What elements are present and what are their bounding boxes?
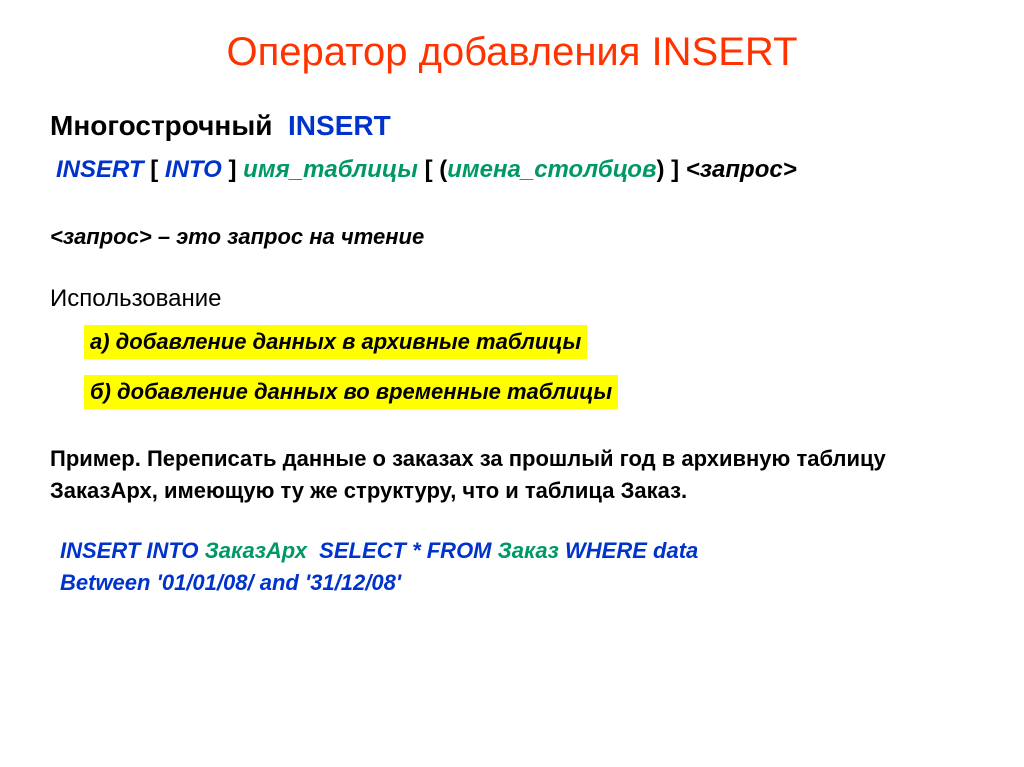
sql-insert-into: INSERT INTO [60,538,199,563]
sql-select-from: SELECT * FROM [319,538,491,563]
var-table: имя_таблицы [243,156,418,183]
request-token: <запрос> [686,156,797,183]
kw-into: INTO [165,156,222,183]
bracket-open-1: [ [150,156,158,183]
example-description: Пример. Переписать данные о заказах за п… [50,443,974,507]
subtitle-part2: INSERT [288,110,391,141]
sql-table-arch: ЗаказАрх [205,538,307,563]
sql-date1: '01/01/08/ [157,570,254,595]
slide-title: Оператор добавления INSERT [50,30,974,75]
usage-item-b: б) добавление данных во временные таблиц… [84,375,618,409]
bracket-close-1: ] [229,156,237,183]
sql-where: WHERE [565,538,647,563]
subtitle-part1: Многострочный [50,110,272,141]
usage-heading: Использование [50,285,974,313]
syntax-line: INSERT [ INTO ] имя_таблицы [ (имена_сто… [56,156,974,184]
usage-item-a: а) добавление данных в архивные таблицы [84,325,587,359]
subtitle: Многострочный INSERT [50,110,974,142]
kw-insert: INSERT [56,156,144,183]
sql-table-src: Заказ [498,538,559,563]
sql-between: Between [60,570,150,595]
definition-text: <запрос> – это запрос на чтение [50,224,974,250]
bracket-open-2: [ [425,156,433,183]
sql-date2: '31/12/08' [305,570,401,595]
sql-data-col: data [653,538,698,563]
bracket-close-2: ] [671,156,679,183]
sql-example: INSERT INTO ЗаказАрх SELECT * FROM Заказ… [60,535,974,599]
var-cols: имена_столбцов [447,156,656,183]
sql-and: and [260,570,299,595]
paren-close: ) [656,156,664,183]
